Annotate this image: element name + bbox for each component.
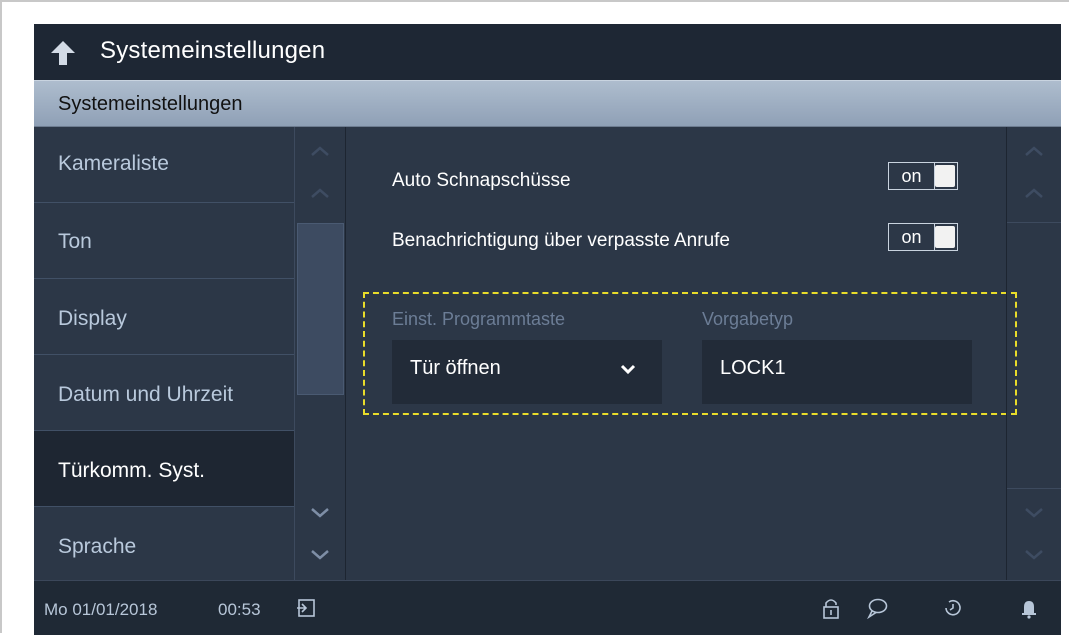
toggle-knob <box>935 165 955 187</box>
scroll-down-icon[interactable] <box>310 549 330 561</box>
scroll-down-icon[interactable] <box>1024 507 1044 519</box>
default-type-value: LOCK1 <box>720 357 786 379</box>
section-header: Systemeinstellungen <box>34 80 1061 127</box>
lock-icon[interactable] <box>820 597 842 619</box>
missed-calls-toggle[interactable]: on <box>888 223 958 251</box>
back-arrow-icon[interactable] <box>48 38 78 68</box>
sidebar-item-sprache[interactable]: Sprache <box>34 507 294 583</box>
program-key-label: Einst. Programmtaste <box>392 309 566 329</box>
scroll-up-icon[interactable] <box>1024 187 1044 199</box>
sidebar-item-display[interactable]: Display <box>34 279 294 355</box>
screen: Systemeinstellungen Systemeinstellungen … <box>34 24 1061 635</box>
sidebar-item-datum-und-uhrzeit[interactable]: Datum und Uhrzeit <box>34 355 294 431</box>
scroll-up-icon[interactable] <box>1024 145 1044 157</box>
content-scrollbar[interactable] <box>1006 127 1061 580</box>
sidebar-scrollbar[interactable] <box>294 127 346 580</box>
sidebar-item-label: Türkomm. Syst. <box>58 459 206 482</box>
scroll-up-icon[interactable] <box>310 145 330 157</box>
toggle-state: on <box>889 224 935 250</box>
sidebar-item-ton[interactable]: Ton <box>34 203 294 279</box>
settings-content: Auto Schnapschüsse on Benachrichtigung ü… <box>346 127 1017 580</box>
section-header-label: Systemeinstellungen <box>58 93 243 115</box>
page-title: Systemeinstellungen <box>100 37 326 64</box>
chevron-down-icon <box>620 364 636 375</box>
sidebar-item-label: Kameraliste <box>58 152 169 175</box>
sidebar-item-label: Datum und Uhrzeit <box>58 383 234 406</box>
top-bar: Systemeinstellungen <box>34 24 1061 80</box>
sidebar: Kameraliste Ton Display Datum und Uhrzei… <box>34 127 294 580</box>
scrollbar-thumb[interactable] <box>297 223 344 395</box>
bell-icon[interactable] <box>1018 597 1040 619</box>
default-type-field[interactable]: LOCK1 <box>702 340 972 404</box>
scroll-up-area[interactable] <box>1007 127 1061 223</box>
auto-snapshots-toggle[interactable]: on <box>888 162 958 190</box>
exit-icon[interactable] <box>296 597 318 619</box>
chat-icon[interactable] <box>866 597 888 619</box>
status-bar: Mo 01/01/2018 00:53 <box>34 580 1061 635</box>
scroll-down-area[interactable] <box>1007 488 1061 580</box>
sidebar-item-kameraliste[interactable]: Kameraliste <box>34 127 294 203</box>
auto-snapshots-label: Auto Schnapschüsse <box>392 170 571 191</box>
sidebar-item-tuerkomm-syst[interactable]: Türkomm. Syst. <box>34 431 294 507</box>
toggle-knob <box>935 226 955 248</box>
toggle-state: on <box>889 163 935 189</box>
status-date: Mo 01/01/2018 <box>44 600 158 619</box>
sidebar-item-label: Sprache <box>58 535 137 558</box>
device-frame: Systemeinstellungen Systemeinstellungen … <box>0 0 1069 635</box>
program-key-value: Tür öffnen <box>410 357 501 379</box>
scroll-down-icon[interactable] <box>1024 549 1044 561</box>
default-type-label: Vorgabetyp <box>702 309 794 329</box>
scroll-down-icon[interactable] <box>310 507 330 519</box>
history-icon[interactable] <box>942 597 964 619</box>
status-time: 00:53 <box>218 600 261 619</box>
sidebar-item-label: Ton <box>58 230 92 253</box>
scroll-up-icon[interactable] <box>310 187 330 199</box>
sidebar-item-label: Display <box>58 307 127 330</box>
missed-calls-label: Benachrichtigung über verpasste Anrufe <box>392 230 730 251</box>
program-key-dropdown[interactable]: Tür öffnen <box>392 340 662 404</box>
